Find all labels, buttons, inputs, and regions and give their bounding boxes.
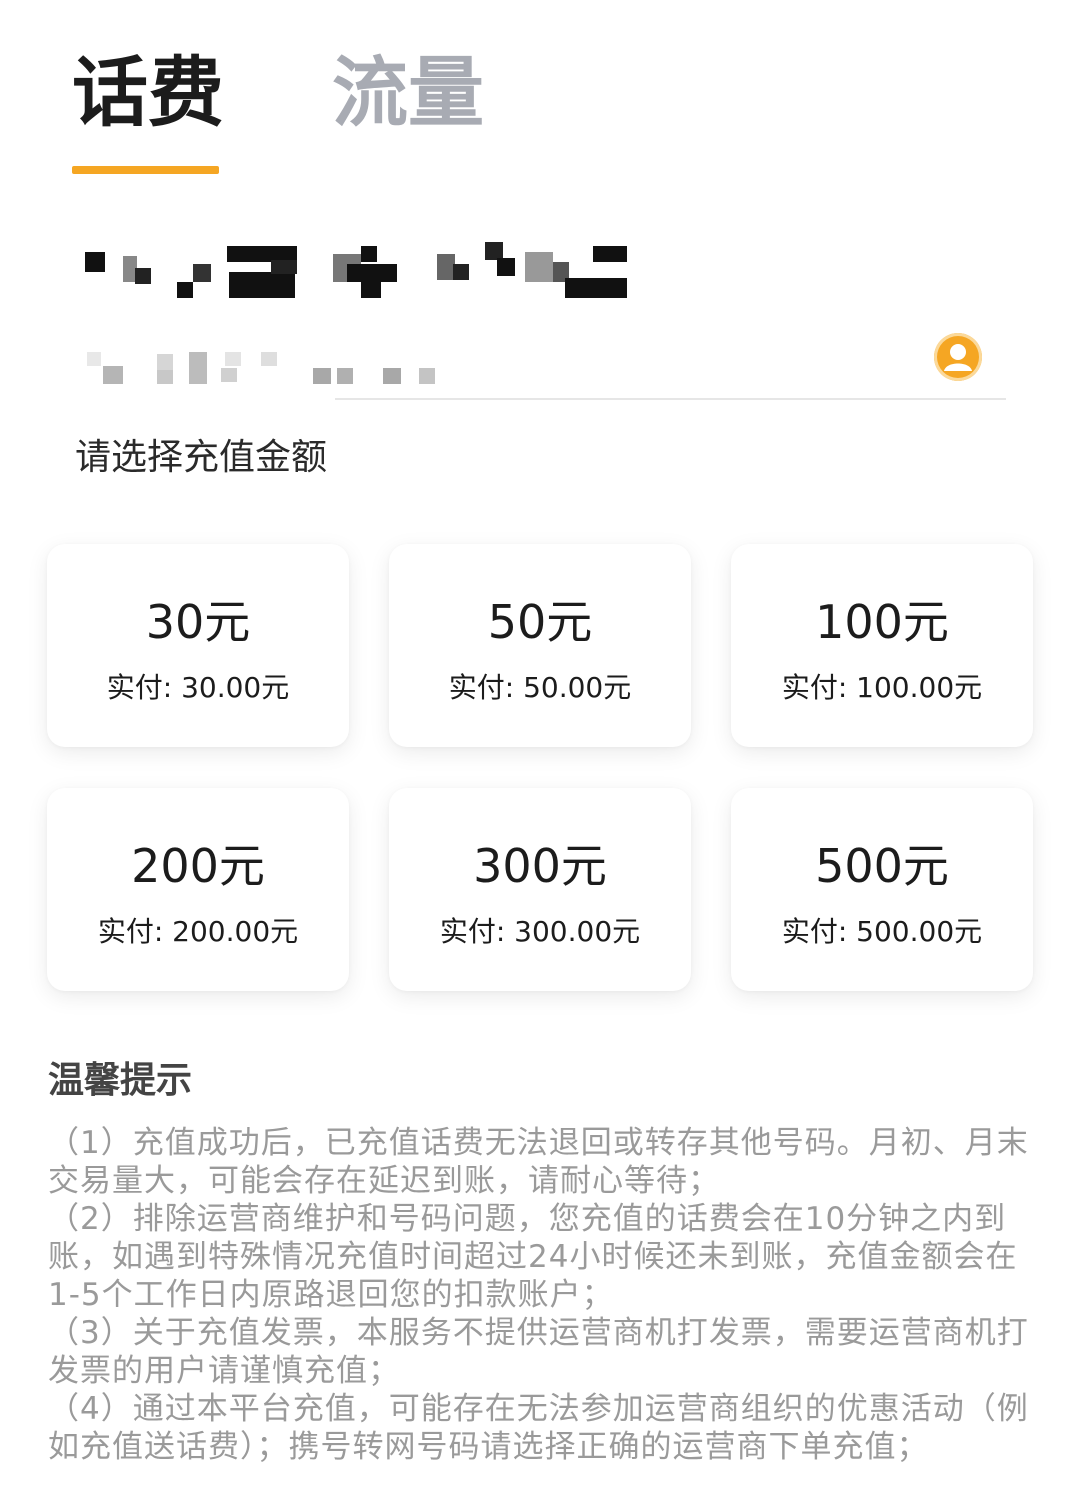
recharge-page: 话费 流量 请选择充值金额 30元 实付: 30.00元 50元 实付: 50.…	[0, 0, 1080, 1510]
amount-value: 200元	[131, 839, 265, 893]
phone-input-underline	[335, 398, 1006, 400]
contact-person-icon[interactable]	[934, 333, 982, 381]
tips-list: （1）充值成功后，已充值话费无法退回或转存其他号码。月初、月末交易量大，可能会存…	[48, 1124, 1038, 1466]
tips-title: 温馨提示	[48, 1060, 193, 1101]
amount-card-200[interactable]: 200元 实付: 200.00元	[47, 788, 349, 991]
amount-value: 500元	[815, 839, 949, 893]
amount-card-500[interactable]: 500元 实付: 500.00元	[731, 788, 1033, 991]
paid-price: 实付: 500.00元	[781, 915, 983, 948]
tip-item: （1）充值成功后，已充值话费无法退回或转存其他号码。月初、月末交易量大，可能会存…	[48, 1125, 1029, 1199]
active-tab-indicator	[72, 166, 219, 174]
amount-value: 300元	[473, 839, 607, 893]
amount-value: 50元	[487, 595, 593, 649]
tab-phone-credit[interactable]: 话费	[72, 48, 224, 138]
amount-value: 30元	[145, 595, 251, 649]
paid-price: 实付: 100.00元	[781, 671, 983, 704]
tip-item: （3）关于充值发票，本服务不提供运营商机打发票，需要运营商机打发票的用户请谨慎充…	[48, 1315, 1029, 1389]
amount-card-30[interactable]: 30元 实付: 30.00元	[47, 544, 349, 747]
amount-value: 100元	[815, 595, 949, 649]
amount-card-300[interactable]: 300元 实付: 300.00元	[389, 788, 691, 991]
paid-price: 实付: 300.00元	[439, 915, 641, 948]
tab-bar: 话费 流量	[72, 48, 484, 138]
masked-carrier-info	[85, 348, 445, 388]
select-amount-label: 请选择充值金额	[75, 437, 328, 478]
paid-price: 实付: 50.00元	[448, 671, 632, 704]
paid-price: 实付: 30.00元	[106, 671, 290, 704]
masked-phone-number[interactable]	[85, 242, 630, 302]
amount-card-50[interactable]: 50元 实付: 50.00元	[389, 544, 691, 747]
amount-card-100[interactable]: 100元 实付: 100.00元	[731, 544, 1033, 747]
tip-item: （2）排除运营商维护和号码问题，您充值的话费会在10分钟之内到账，如遇到特殊情况…	[48, 1201, 1018, 1313]
paid-price: 实付: 200.00元	[97, 915, 299, 948]
tab-data-traffic[interactable]: 流量	[332, 48, 484, 138]
amount-options-grid: 30元 实付: 30.00元 50元 实付: 50.00元 100元 实付: 1…	[47, 544, 1033, 992]
tip-item: （4）通过本平台充值，可能存在无法参加运营商组织的优惠活动（例如充值送话费）；携…	[48, 1391, 1029, 1465]
